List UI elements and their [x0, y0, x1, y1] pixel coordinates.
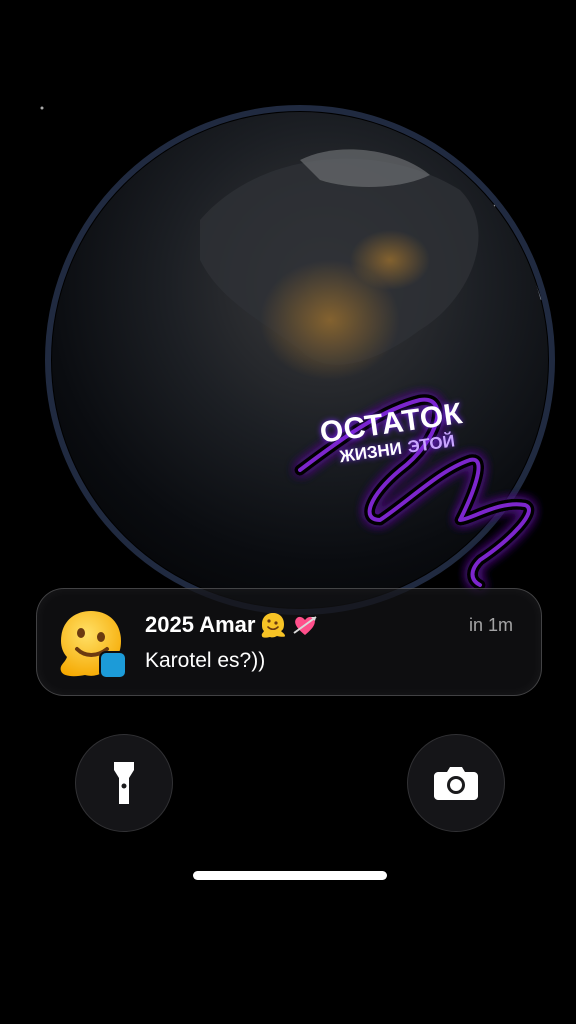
melting-face-emoji-icon — [262, 613, 286, 638]
messenger-app-icon — [99, 651, 127, 679]
notification-sender: 2025 Amar — [145, 612, 256, 637]
notification-message: Karotel es?)) — [145, 649, 266, 672]
camera-button[interactable] — [407, 734, 505, 832]
notification-time: in 1m — [468, 615, 513, 635]
home-indicator[interactable] — [193, 871, 387, 880]
notification-title: 2025 Amar — [145, 611, 319, 639]
heart-with-arrow-emoji-icon — [293, 616, 318, 635]
flashlight-icon — [114, 762, 134, 804]
camera-icon — [434, 767, 478, 800]
notification-card[interactable]: 2025 Amar in 1m Karotel es?)) — [36, 588, 542, 696]
flashlight-button[interactable] — [75, 734, 173, 832]
